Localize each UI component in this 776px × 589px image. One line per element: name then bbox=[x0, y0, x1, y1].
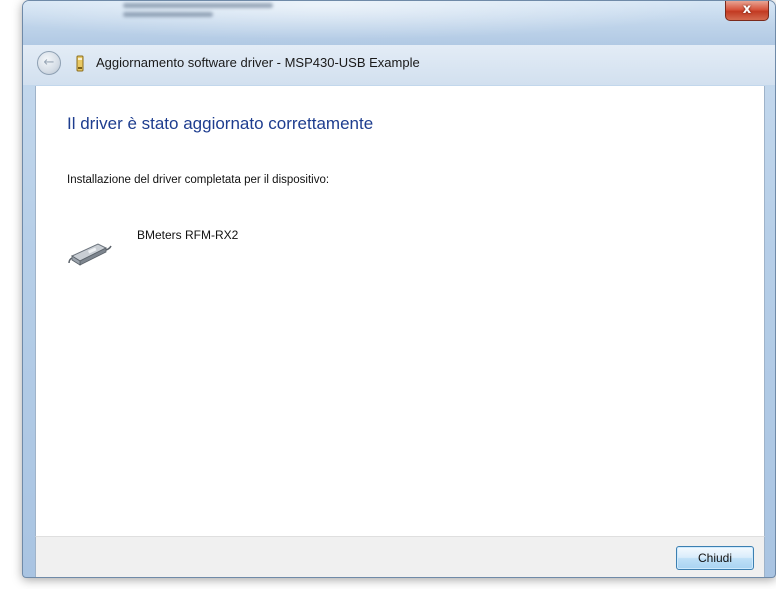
background-window-text bbox=[123, 3, 293, 17]
window-close-button[interactable]: x bbox=[725, 1, 769, 21]
title-bar[interactable]: x bbox=[23, 1, 775, 45]
content-area: Il driver è stato aggiornato correttamen… bbox=[35, 86, 765, 536]
device-name: BMeters RFM-RX2 bbox=[137, 228, 239, 242]
usb-device-icon bbox=[68, 243, 112, 266]
device-manager-icon bbox=[76, 55, 84, 72]
installation-message: Installazione del driver completata per … bbox=[67, 174, 330, 186]
driver-update-window: x ← Aggiornamento software driver - MSP4… bbox=[22, 0, 776, 578]
close-button[interactable]: Chiudi bbox=[676, 546, 754, 570]
window-title: Aggiornamento software driver - MSP430-U… bbox=[96, 55, 420, 70]
back-button[interactable]: ← bbox=[37, 51, 61, 75]
success-heading: Il driver è stato aggiornato correttamen… bbox=[67, 114, 374, 133]
back-arrow-icon: ← bbox=[43, 55, 55, 70]
dialog-footer: Chiudi bbox=[35, 536, 765, 577]
